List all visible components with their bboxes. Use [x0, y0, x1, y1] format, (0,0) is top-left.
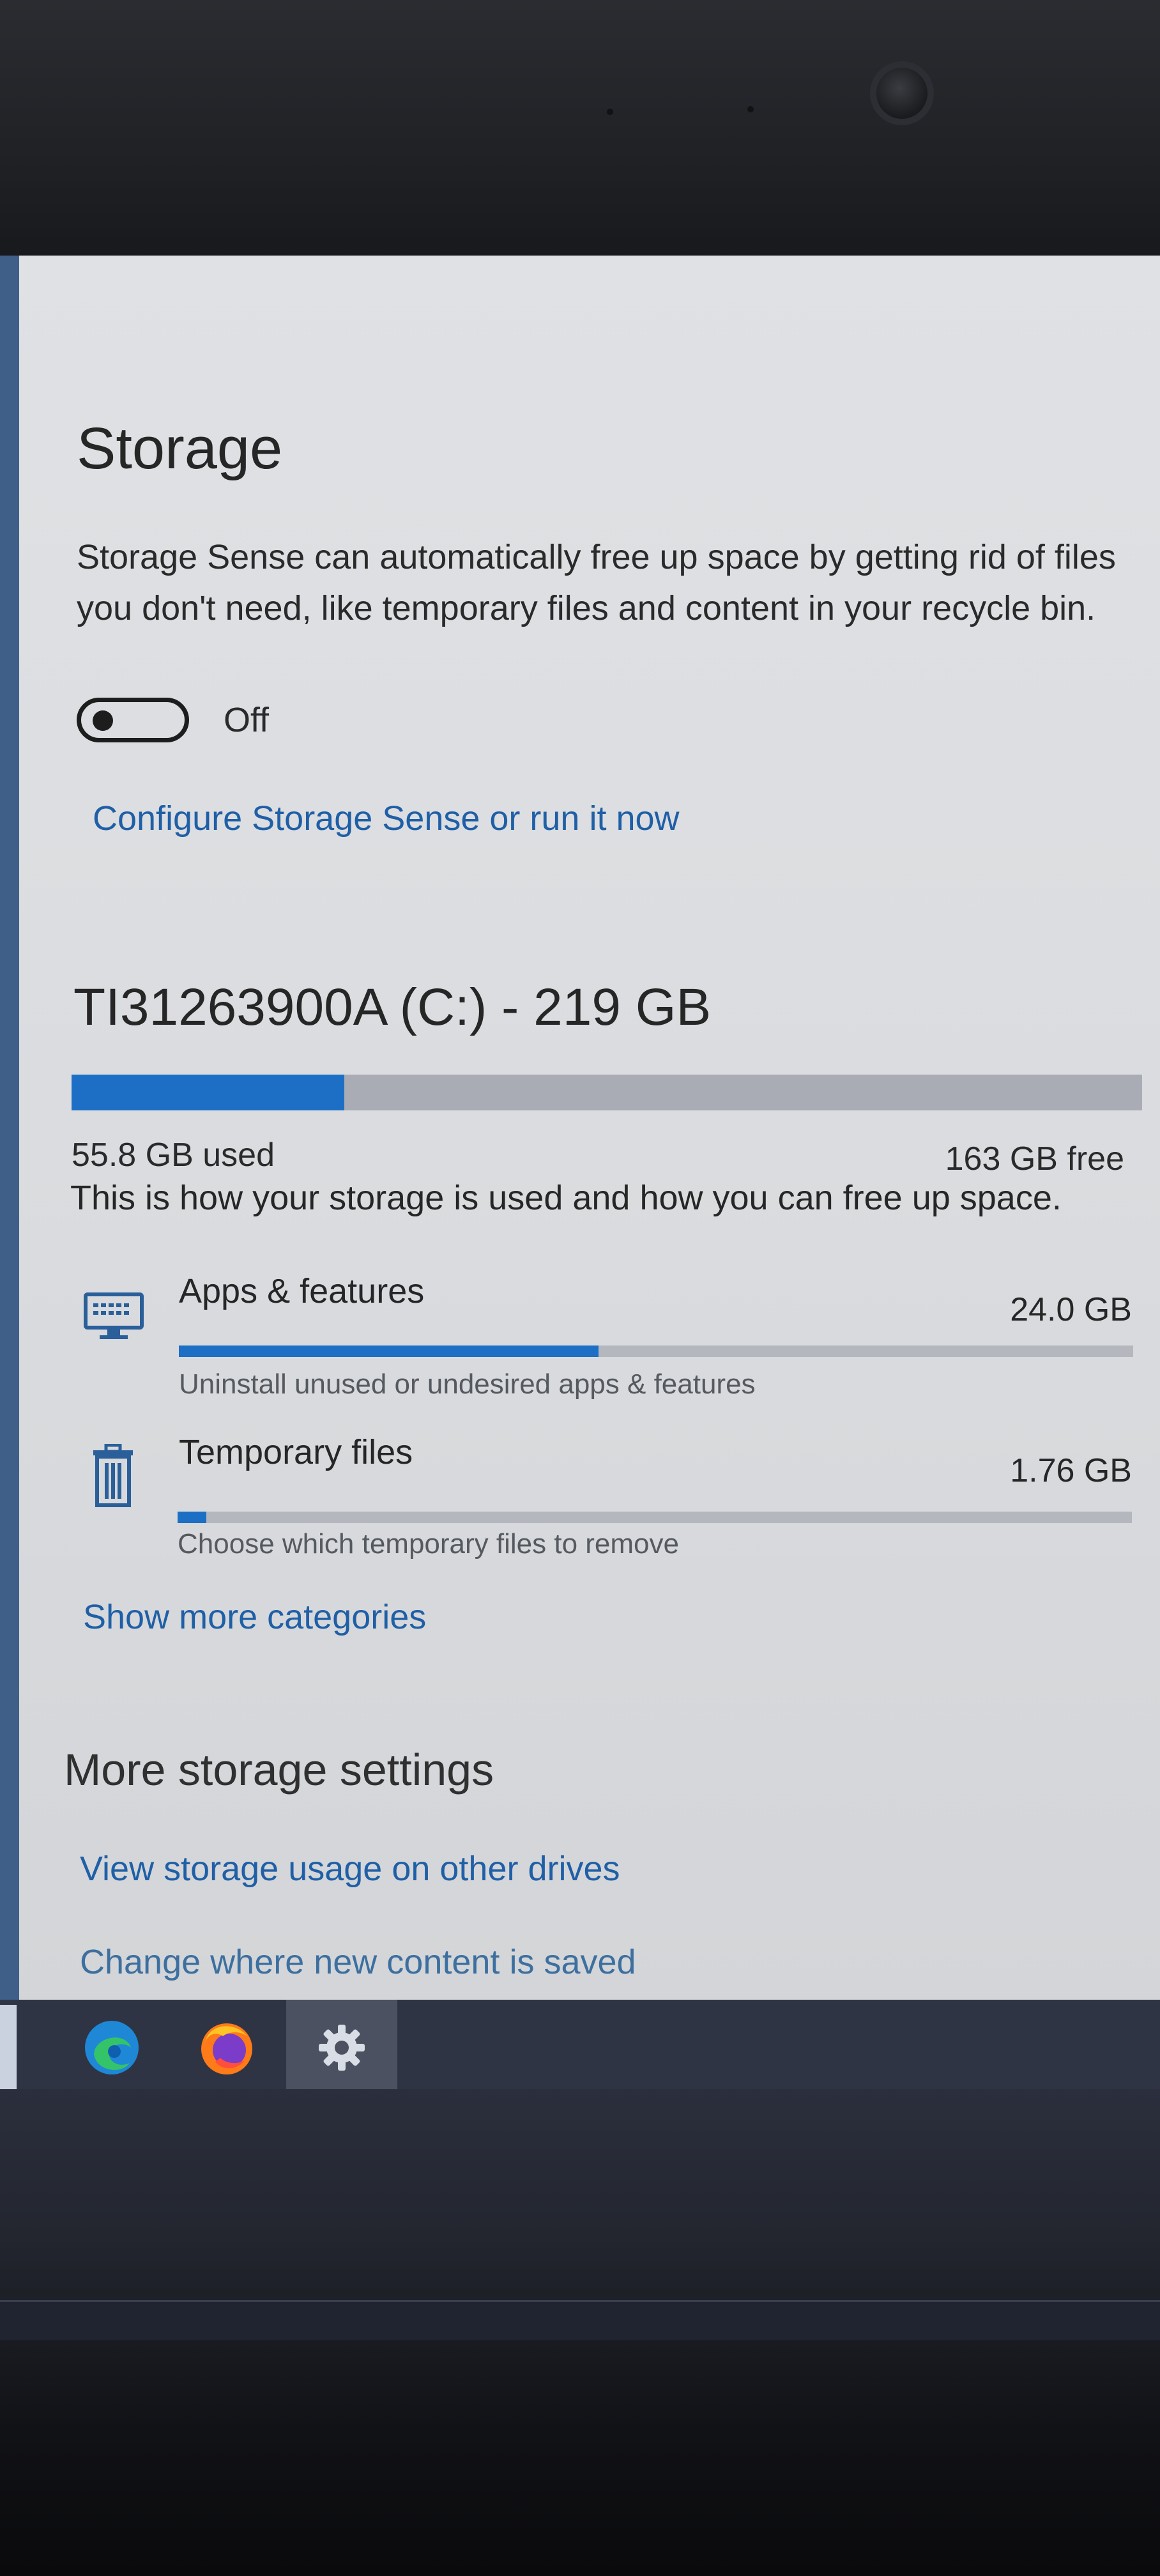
- category-hint-apps: Uninstall unused or undesired apps & fea…: [179, 1368, 756, 1400]
- category-size-temp: 1.76 GB: [1010, 1452, 1132, 1489]
- drive-usage-bar-fill: [72, 1075, 345, 1110]
- laptop-bezel-top: [0, 0, 1160, 268]
- view-other-drives-link[interactable]: View storage usage on other drives: [80, 1849, 620, 1889]
- toggle-state-label: Off: [224, 701, 270, 739]
- category-name-temp[interactable]: Temporary files: [179, 1432, 413, 1472]
- category-bar-fill-apps: [179, 1346, 599, 1357]
- toggle-knob: [93, 710, 113, 731]
- sensor-dot: [747, 106, 754, 112]
- drive-title: TI31263900A (C:) - 219 GB: [73, 978, 712, 1036]
- category-bar-apps: [179, 1346, 1133, 1357]
- drive-used-label: 55.8 GB used: [72, 1137, 275, 1174]
- monitor-icon: [83, 1292, 144, 1346]
- laptop-edge: [0, 2300, 1160, 2340]
- category-hint-temp: Choose which temporary files to remove: [178, 1528, 679, 1560]
- webcam: [876, 68, 927, 119]
- category-bar-fill-temp: [178, 1512, 206, 1523]
- firefox-icon[interactable]: [195, 2016, 259, 2080]
- start-button-edge[interactable]: [0, 2005, 17, 2094]
- configure-storage-sense-link[interactable]: Configure Storage Sense or run it now: [93, 799, 680, 838]
- trash-icon: [91, 1443, 135, 1511]
- storage-sense-description: Storage Sense can automatically free up …: [77, 538, 1116, 627]
- drive-free-label: 163 GB free: [945, 1140, 1124, 1177]
- drive-usage-bar: [72, 1075, 1142, 1110]
- sensor-dot: [607, 109, 613, 115]
- settings-storage-page: Storage Storage Sense can automatically …: [0, 256, 1160, 2006]
- taskbar: [0, 2000, 1160, 2096]
- settings-gear-icon[interactable]: [310, 2016, 374, 2080]
- storage-sense-toggle[interactable]: [77, 698, 189, 742]
- category-bar-temp: [178, 1512, 1132, 1523]
- page-title: Storage: [77, 416, 283, 481]
- category-size-apps: 24.0 GB: [1010, 1291, 1132, 1328]
- show-more-categories-link[interactable]: Show more categories: [83, 1597, 426, 1637]
- edge-icon[interactable]: [80, 2016, 144, 2080]
- change-save-location-link[interactable]: Change where new content is saved: [80, 1942, 636, 1982]
- more-storage-settings-title: More storage settings: [64, 1745, 494, 1795]
- category-name-apps[interactable]: Apps & features: [179, 1271, 424, 1311]
- usage-explanation: This is how your storage is used and how…: [70, 1179, 1062, 1217]
